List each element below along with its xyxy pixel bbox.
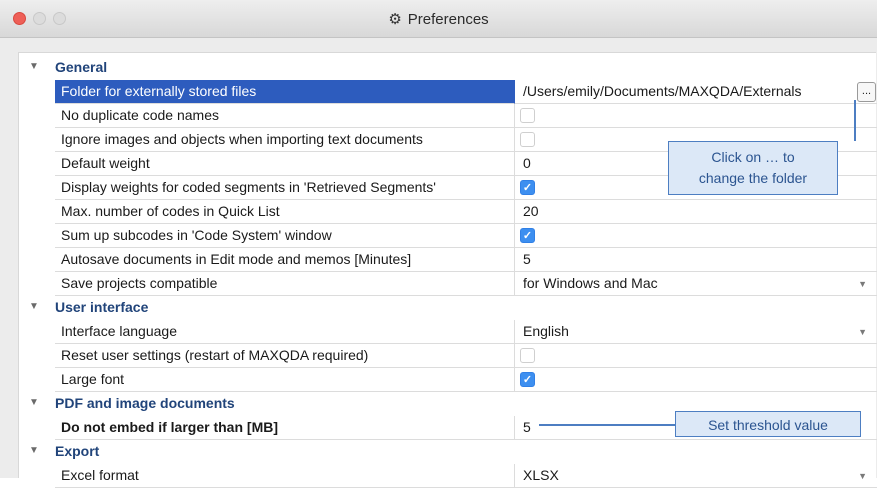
- excel-format-dropdown[interactable]: XLSX: [515, 464, 877, 488]
- dropdown-arrow-icon[interactable]: ▼: [858, 471, 867, 481]
- browse-folder-button[interactable]: ...: [857, 82, 876, 102]
- gear-icon: ⚙: [388, 11, 402, 28]
- setting-reset-user-settings[interactable]: Reset user settings (restart of MAXQDA r…: [19, 344, 877, 368]
- setting-excel-format[interactable]: Excel format XLSX ▼: [19, 464, 877, 488]
- setting-external-files-folder[interactable]: Folder for externally stored files /User…: [19, 80, 877, 104]
- callout-connector-line: [539, 424, 675, 426]
- dropdown-arrow-icon[interactable]: ▼: [858, 327, 867, 337]
- language-dropdown[interactable]: English: [515, 320, 877, 344]
- threshold-callout: Set threshold value: [675, 411, 861, 437]
- setting-no-duplicate-code-names[interactable]: No duplicate code names: [19, 104, 877, 128]
- setting-large-font[interactable]: Large font ✓: [19, 368, 877, 392]
- section-general[interactable]: ▼ General: [19, 56, 877, 80]
- compatibility-dropdown[interactable]: for Windows and Mac: [515, 272, 877, 296]
- setting-sum-up-subcodes[interactable]: Sum up subcodes in 'Code System' window …: [19, 224, 877, 248]
- preferences-window: ⚙ Preferences ▼ General Folder for extern…: [0, 0, 877, 488]
- folder-callout: Click on … to change the folder: [668, 141, 838, 195]
- checkbox[interactable]: [520, 348, 535, 363]
- checkbox-checked[interactable]: ✓: [520, 372, 535, 387]
- checkbox[interactable]: [520, 108, 535, 123]
- setting-autosave-minutes[interactable]: Autosave documents in Edit mode and memo…: [19, 248, 877, 272]
- setting-interface-language[interactable]: Interface language English ▼: [19, 320, 877, 344]
- callout-connector-line: [854, 100, 856, 141]
- dropdown-arrow-icon[interactable]: ▼: [858, 279, 867, 289]
- disclosure-triangle-icon[interactable]: ▼: [29, 445, 39, 456]
- folder-path-value[interactable]: /Users/emily/Documents/MAXQDA/Externals: [515, 80, 877, 104]
- title-bar: ⚙ Preferences: [0, 0, 877, 38]
- checkbox-checked[interactable]: ✓: [520, 228, 535, 243]
- section-user-interface[interactable]: ▼ User interface: [19, 296, 877, 320]
- window-title: ⚙ Preferences: [388, 11, 489, 28]
- section-export[interactable]: ▼ Export: [19, 440, 877, 464]
- autosave-value[interactable]: 5: [515, 248, 877, 272]
- disclosure-triangle-icon[interactable]: ▼: [29, 397, 39, 408]
- disclosure-triangle-icon[interactable]: ▼: [29, 61, 39, 72]
- max-codes-value[interactable]: 20: [515, 200, 877, 224]
- disclosure-triangle-icon[interactable]: ▼: [29, 301, 39, 312]
- checkbox-checked[interactable]: ✓: [520, 180, 535, 195]
- setting-max-codes-quick-list[interactable]: Max. number of codes in Quick List 20: [19, 200, 877, 224]
- checkbox[interactable]: [520, 132, 535, 147]
- setting-save-projects-compatible[interactable]: Save projects compatible for Windows and…: [19, 272, 877, 296]
